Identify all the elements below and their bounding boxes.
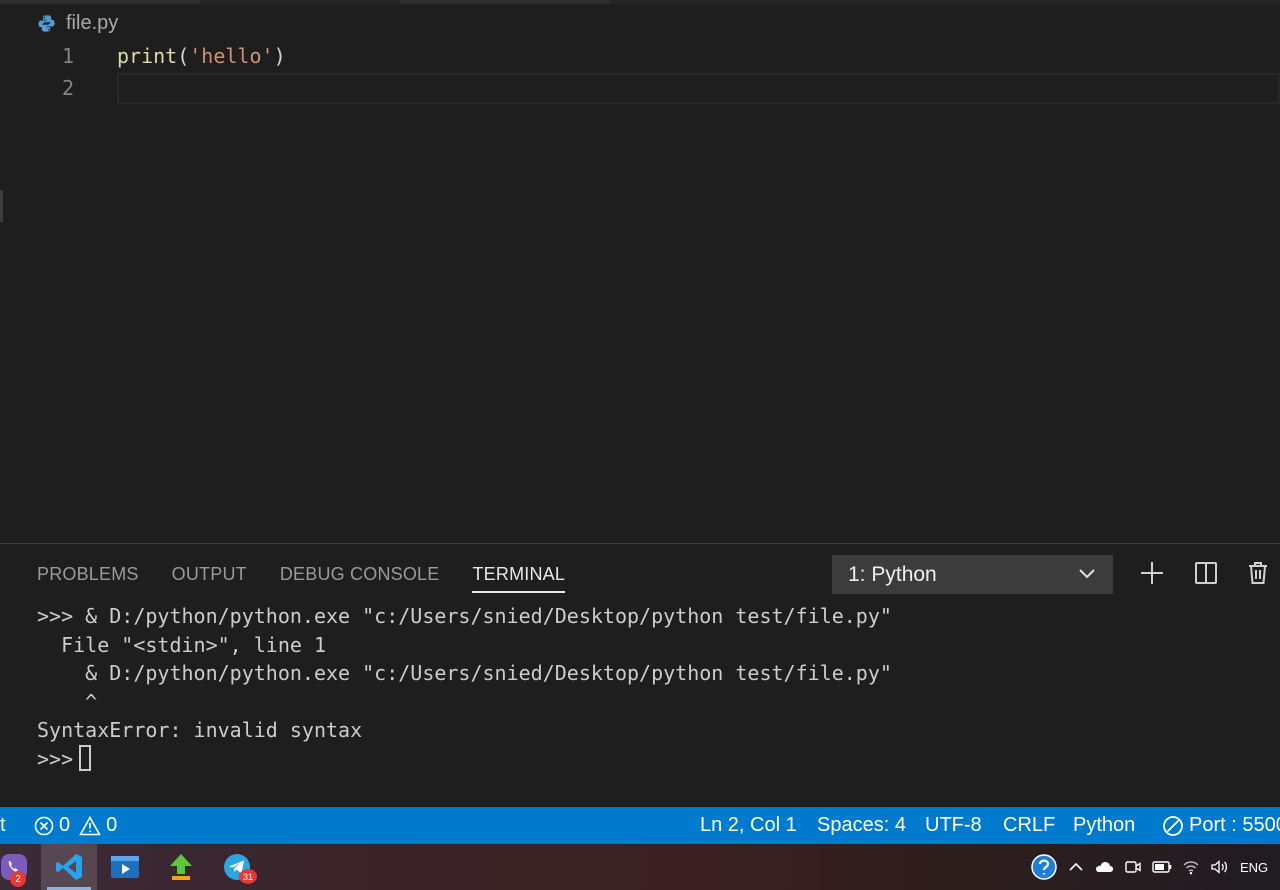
terminal-output[interactable]: >>> & D:/python/python.exe "c:/Users/sni… xyxy=(37,602,892,774)
tab-strip xyxy=(0,0,1280,4)
vscode-icon xyxy=(56,854,82,880)
taskbar-app-vscode[interactable] xyxy=(41,844,97,890)
taskbar-app-uploader[interactable] xyxy=(153,844,209,890)
taskbar-app-telegram[interactable]: 31 xyxy=(209,844,265,890)
status-eol[interactable]: CRLF xyxy=(1003,807,1055,844)
status-remote-label: t xyxy=(0,814,6,836)
new-terminal-button[interactable] xyxy=(1137,558,1167,588)
breadcrumb[interactable]: file.py xyxy=(37,10,118,36)
breadcrumb-file-name[interactable]: file.py xyxy=(66,12,118,35)
split-icon xyxy=(1195,562,1217,584)
chevron-down-icon xyxy=(1079,569,1095,579)
input-language[interactable]: ENG xyxy=(1240,860,1268,875)
line-number: 1 xyxy=(61,44,74,68)
tab-problems[interactable]: PROBLEMS xyxy=(37,564,139,593)
python-file-icon xyxy=(38,14,55,32)
telegram-badge: 31 xyxy=(239,869,257,884)
current-line-highlight xyxy=(117,73,1280,104)
status-problems[interactable]: 0 0 xyxy=(34,807,117,844)
warning-count: 0 xyxy=(106,814,118,836)
plus-icon xyxy=(1141,562,1163,584)
media-player-icon xyxy=(111,856,139,878)
eol-label: CRLF xyxy=(1003,814,1056,836)
code-token-function: print xyxy=(117,44,178,68)
status-language[interactable]: Python xyxy=(1073,807,1135,844)
terminal-selector-label: 1: Python xyxy=(848,562,937,586)
error-count: 0 xyxy=(59,814,71,836)
language-label: Python xyxy=(1073,814,1136,836)
error-icon xyxy=(34,816,54,835)
code-token-paren: ( xyxy=(177,44,190,68)
kill-terminal-button[interactable] xyxy=(1243,558,1273,588)
help-icon[interactable] xyxy=(1030,853,1058,881)
panel-tabs: PROBLEMS OUTPUT DEBUG CONSOLE TERMINAL xyxy=(37,564,565,593)
status-remote-cut[interactable]: t xyxy=(0,807,6,844)
os-taskbar: 2 31 ENG xyxy=(0,844,1280,890)
editor-area[interactable]: file.py 1 print('hello') 2 xyxy=(0,0,1280,543)
encoding-label: UTF-8 xyxy=(925,814,982,836)
trash-icon xyxy=(1249,562,1267,584)
status-indentation[interactable]: Spaces: 4 xyxy=(817,807,906,844)
upload-arrow-icon xyxy=(170,854,192,880)
tab-output[interactable]: OUTPUT xyxy=(172,564,247,593)
warning-icon xyxy=(79,815,101,835)
terminal-line: File "<stdin>", line 1 xyxy=(37,632,326,657)
taskbar-app-media-player[interactable] xyxy=(97,844,153,890)
taskbar-app-viber[interactable]: 2 xyxy=(0,844,42,890)
line-number: 2 xyxy=(61,76,74,100)
status-bar: t 0 0 Ln 2, Col 1 Spaces: 4 UTF-8 CRLF P… xyxy=(0,807,1280,844)
battery-icon[interactable] xyxy=(1152,860,1172,874)
terminal-line: SyntaxError: invalid syntax xyxy=(37,718,363,743)
terminal-prompt: >>> xyxy=(37,746,74,771)
code-token-paren: ) xyxy=(273,44,286,68)
wifi-icon[interactable] xyxy=(1182,859,1200,875)
tab-debug-console[interactable]: DEBUG CONSOLE xyxy=(280,564,440,593)
terminal-line: >>> & D:/python/python.exe "c:/Users/sni… xyxy=(37,604,892,628)
status-live-server[interactable]: Port : 5500 xyxy=(1162,807,1280,844)
status-cursor-position[interactable]: Ln 2, Col 1 xyxy=(700,807,797,844)
volume-icon[interactable] xyxy=(1210,859,1230,875)
tab-terminal[interactable]: TERMINAL xyxy=(472,564,565,593)
meet-now-icon[interactable] xyxy=(1124,858,1142,876)
terminal-cursor[interactable] xyxy=(79,745,92,772)
terminal-prompt-line: >>> xyxy=(37,745,892,774)
chevron-up-icon[interactable] xyxy=(1068,859,1084,875)
system-tray: ENG xyxy=(1030,844,1268,890)
terminal-selector[interactable]: 1: Python xyxy=(832,555,1113,594)
bottom-panel: PROBLEMS OUTPUT DEBUG CONSOLE TERMINAL 1… xyxy=(0,543,1280,807)
terminal-line: ^ xyxy=(37,689,98,714)
code-line[interactable]: print('hello') xyxy=(117,44,286,68)
block-icon xyxy=(1163,815,1183,836)
cursor-position-label: Ln 2, Col 1 xyxy=(700,814,797,836)
editor-edge xyxy=(0,190,3,222)
indentation-label: Spaces: 4 xyxy=(817,814,906,836)
viber-badge: 2 xyxy=(10,871,26,887)
terminal-line: & D:/python/python.exe "c:/Users/snied/D… xyxy=(37,661,892,686)
split-terminal-button[interactable] xyxy=(1191,558,1221,588)
status-encoding[interactable]: UTF-8 xyxy=(925,807,982,844)
cloud-icon[interactable] xyxy=(1094,859,1114,875)
code-token-string: 'hello' xyxy=(189,44,274,68)
port-label: Port : 5500 xyxy=(1189,814,1280,836)
